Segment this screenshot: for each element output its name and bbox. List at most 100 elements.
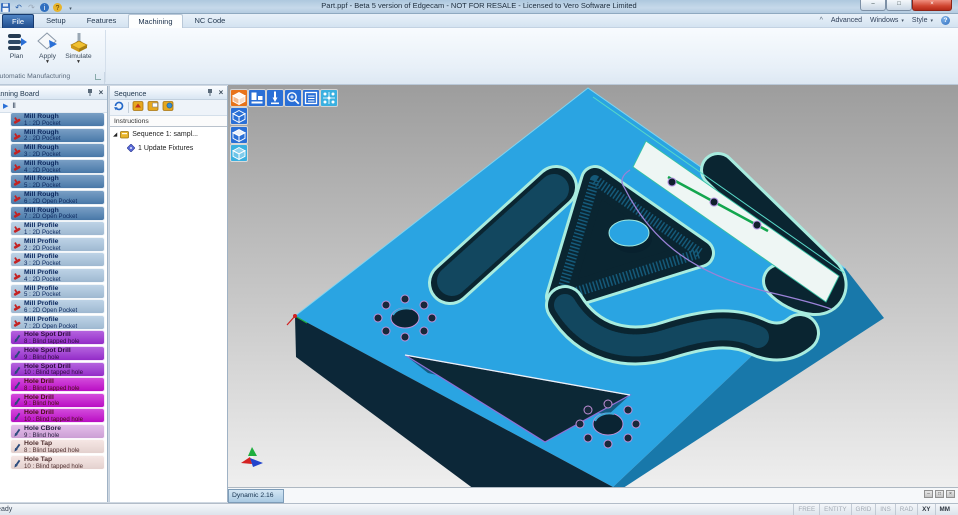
run-icon[interactable]: ▶ xyxy=(3,102,8,110)
display-list-icon[interactable] xyxy=(303,90,319,106)
planning-item[interactable]: Hole Tap8 : Blind tapped hole xyxy=(10,439,105,454)
plan-button[interactable]: Plan xyxy=(2,30,31,65)
planning-item[interactable]: Mill Profile4 : 2D Pocket xyxy=(10,268,105,283)
planning-board-title: Planning Board xyxy=(0,89,39,98)
status-toggle-xy[interactable]: XY xyxy=(917,504,934,515)
planning-item[interactable]: Hole Spot Drill9 : Blind hole xyxy=(10,346,105,361)
planning-item[interactable]: Mill Profile2 : 2D Pocket xyxy=(10,237,105,252)
help-icon[interactable]: ? xyxy=(941,16,950,25)
planning-item[interactable]: Mill Rough1 : 2D Pocket xyxy=(10,112,105,127)
save-icon[interactable] xyxy=(0,2,11,13)
translucent-cube-icon[interactable] xyxy=(231,145,247,161)
maximize-button[interactable]: □ xyxy=(886,0,912,11)
menu-style[interactable]: Style xyxy=(912,17,928,24)
measure-points-icon[interactable] xyxy=(321,90,337,106)
status-toggle-ins[interactable]: INS xyxy=(875,504,895,515)
shaded-cube-icon[interactable] xyxy=(231,90,247,106)
title-bar[interactable]: ↶↷i?▾ Part.ppf - Beta 5 version of Edgec… xyxy=(0,0,958,14)
help-icon[interactable]: ? xyxy=(52,2,63,13)
post-machine-icon[interactable] xyxy=(132,99,144,117)
status-toggle-grid[interactable]: GRID xyxy=(851,504,876,515)
pause-icon[interactable]: ‖ xyxy=(12,103,15,110)
mdi-restore-icon[interactable]: □ xyxy=(935,490,944,498)
dialog-launcher-icon[interactable] xyxy=(95,74,101,80)
planning-item[interactable]: Mill Profile6 : 2D Open Pocket xyxy=(10,299,105,314)
tab-file[interactable]: File xyxy=(2,14,34,28)
pin-icon[interactable] xyxy=(86,88,94,97)
close-button[interactable]: × xyxy=(912,0,952,11)
close-icon[interactable]: × xyxy=(217,88,225,97)
planning-item[interactable]: Mill Rough2 : 2D Pocket xyxy=(10,128,105,143)
menu-windows[interactable]: Windows xyxy=(870,17,898,24)
status-toggle-entity[interactable]: ENTITY xyxy=(819,504,850,515)
mdi-minimize-icon[interactable]: – xyxy=(924,490,933,498)
redo-icon[interactable]: ↷ xyxy=(26,2,37,13)
menu-advanced[interactable]: Advanced xyxy=(831,17,862,24)
status-toggle-mm[interactable]: MM xyxy=(935,504,955,515)
refresh-icon[interactable] xyxy=(113,99,125,117)
pin-icon[interactable] xyxy=(206,88,214,97)
wireframe-cube-icon[interactable] xyxy=(231,108,247,124)
tab-nc-code[interactable]: NC Code xyxy=(186,14,235,28)
ribbon-tab-bar: FileSetupFeaturesMachining NC Code ^ Adva… xyxy=(0,14,958,28)
status-toggle-rad[interactable]: RAD xyxy=(895,504,917,515)
hidden-line-cube-icon[interactable] xyxy=(231,127,247,143)
window-title: Part.ppf - Beta 5 version of Edgecam - N… xyxy=(150,1,808,10)
planning-item[interactable]: Hole Tap10 : Blind tapped hole xyxy=(10,455,105,470)
view-tab-dynamic[interactable]: Dynamic 2.16 xyxy=(228,489,284,503)
planning-item[interactable]: Hole CBore9 : Blind hole xyxy=(10,424,105,439)
edgecam-window: ↶↷i?▾ Part.ppf - Beta 5 version of Edgec… xyxy=(0,0,958,515)
planning-item[interactable]: Mill Rough7 : 2D Open Pocket xyxy=(10,206,105,221)
undo-icon[interactable]: ↶ xyxy=(13,2,24,13)
planning-item[interactable]: Hole Spot Drill8 : Blind tapped hole xyxy=(10,330,105,345)
sequence-panel: Sequence × Instructions ◢ Sequence 1: sa… xyxy=(109,86,228,502)
ribbon-group-separator xyxy=(105,30,106,82)
machine-globe-icon[interactable] xyxy=(162,99,174,117)
ribbon: PlanApply▼Simulate▼ Automatic Manufactur… xyxy=(0,28,958,85)
planning-item[interactable]: Hole Drill10 : Blind tapped hole xyxy=(10,408,105,423)
minimize-button[interactable]: – xyxy=(860,0,886,11)
sequence-tree-child[interactable]: 1 Update Fixtures xyxy=(127,144,193,152)
toolbar-dropdown-icon[interactable]: ▾ xyxy=(65,2,76,13)
planning-item[interactable]: Mill Profile7 : 2D Open Pocket xyxy=(10,315,105,330)
zoom-window-icon[interactable] xyxy=(285,90,301,106)
planning-item[interactable]: Mill Profile1 : 2D Pocket xyxy=(10,221,105,236)
ribbon-group-label: Automatic Manufacturing xyxy=(0,73,70,80)
mdi-close-icon[interactable]: × xyxy=(946,490,955,498)
sequence-child-label: 1 Update Fixtures xyxy=(138,145,193,152)
sequence-tree-root[interactable]: ◢ Sequence 1: sampl... xyxy=(113,130,198,139)
ribbon-group-automatic-manufacturing: Automatic Manufacturing xyxy=(0,72,105,84)
viewport-canvas[interactable] xyxy=(228,85,958,487)
sequence-title: Sequence xyxy=(114,89,146,98)
planning-item[interactable]: Mill Rough4 : 2D Pocket xyxy=(10,159,105,174)
viewport-tab-strip: Dynamic 2.16 –□× xyxy=(228,487,958,503)
tab-machining[interactable]: Machining xyxy=(128,14,182,28)
planning-board-header[interactable]: Planning Board × xyxy=(0,86,107,100)
machine-window-icon[interactable] xyxy=(147,99,159,117)
planning-item[interactable]: Hole Drill8 : Blind tapped hole xyxy=(10,377,105,392)
planning-item[interactable]: Hole Drill9 : Blind hole xyxy=(10,393,105,408)
planning-item[interactable]: Mill Rough6 : 2D Open Pocket xyxy=(10,190,105,205)
planning-item[interactable]: Hole Spot Drill10 : Blind tapped hole xyxy=(10,362,105,377)
sequence-root-label: Sequence 1: sampl... xyxy=(132,131,198,138)
planning-item[interactable]: Mill Rough3 : 2D Pocket xyxy=(10,143,105,158)
apply-button[interactable]: Apply▼ xyxy=(33,30,62,65)
tab-features[interactable]: Features xyxy=(78,14,126,28)
quick-access-toolbar: ↶↷i?▾ xyxy=(0,1,76,13)
planning-item[interactable]: Mill Profile5 : 2D Pocket xyxy=(10,284,105,299)
close-icon[interactable]: × xyxy=(97,88,105,97)
simulate-button[interactable]: Simulate▼ xyxy=(64,30,93,65)
tool-probe-icon[interactable] xyxy=(267,90,283,106)
machine-setup-icon[interactable] xyxy=(249,90,265,106)
part-model[interactable] xyxy=(228,85,958,487)
tree-expander-icon[interactable]: ◢ xyxy=(113,132,117,138)
info-icon[interactable]: i xyxy=(39,2,50,13)
planning-item[interactable]: Mill Profile3 : 2D Pocket xyxy=(10,252,105,267)
instructions-column-header: Instructions xyxy=(110,116,227,127)
status-toggle-free[interactable]: FREE xyxy=(793,504,819,515)
planning-item[interactable]: Mill Rough5 : 2D Pocket xyxy=(10,174,105,189)
minimize-ribbon-icon[interactable]: ^ xyxy=(820,17,823,24)
mdi-window-controls: –□× xyxy=(924,490,955,498)
tab-setup[interactable]: Setup xyxy=(37,14,75,28)
toolbar-separator xyxy=(128,102,129,113)
